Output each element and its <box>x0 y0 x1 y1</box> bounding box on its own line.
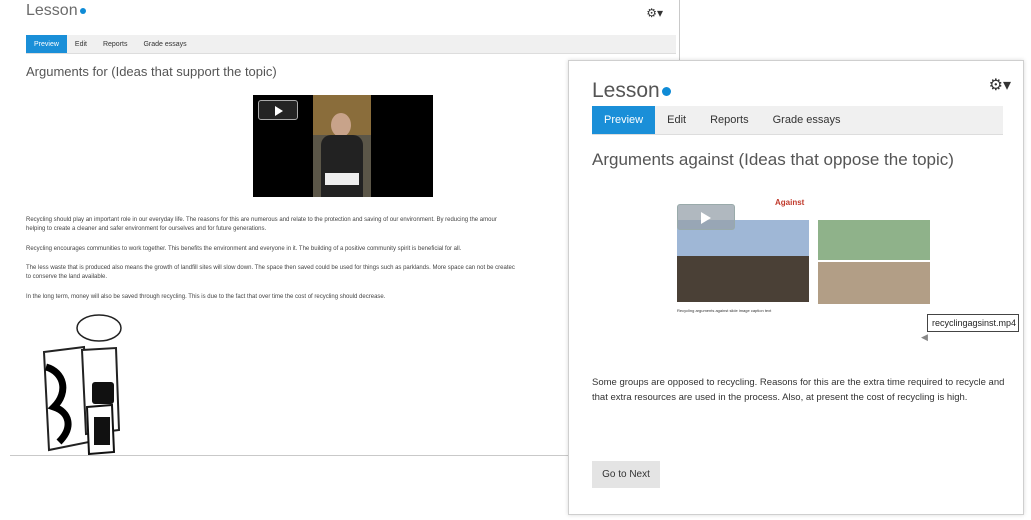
paragraph: Recycling encourages communities to work… <box>26 246 462 252</box>
tab-reports[interactable]: Reports <box>698 106 761 134</box>
body-text: Some groups are opposed to recycling. Re… <box>592 377 1005 403</box>
page-title-text: Lesson <box>26 2 78 19</box>
video-filename-tooltip: recyclingagsinst.mp4 <box>927 314 1019 332</box>
gear-icon[interactable]: ⚙▾ <box>646 6 663 20</box>
speaker-icon[interactable]: ◀ <box>921 332 928 343</box>
paragraph: helping to create a cleaner and safer en… <box>26 226 267 232</box>
go-to-next-button[interactable]: Go to Next <box>592 461 660 488</box>
recycling-cans-image <box>42 314 122 455</box>
scrap-metal-photo <box>818 262 930 304</box>
help-icon[interactable] <box>661 86 671 96</box>
tab-grade-essays[interactable]: Grade essays <box>761 106 853 134</box>
lesson-window-front: Lesson ⚙▾ Preview Edit Reports Grade ess… <box>568 60 1024 515</box>
lesson-tabs: Preview Edit Reports Grade essays <box>26 35 676 54</box>
hands-photo <box>818 220 930 260</box>
tab-edit[interactable]: Edit <box>655 106 698 134</box>
play-icon[interactable] <box>258 100 298 120</box>
tab-grade-essays[interactable]: Grade essays <box>135 35 194 53</box>
paragraph: In the long term, money will also be sav… <box>26 294 386 300</box>
paragraph: Recycling should play an important role … <box>26 217 497 223</box>
tab-reports[interactable]: Reports <box>95 35 136 53</box>
help-icon[interactable] <box>79 7 86 14</box>
slide-caption: Recycling arguments against slide image … <box>677 308 772 313</box>
section-heading: Arguments against (Ideas that oppose the… <box>592 150 954 169</box>
page-title: Lesson <box>592 79 671 103</box>
video-player[interactable]: Against Recycling arguments against slid… <box>677 198 933 318</box>
paragraph: The less waste that is produced also mea… <box>26 265 515 271</box>
page-title: Lesson <box>26 2 86 20</box>
lesson-tabs: Preview Edit Reports Grade essays <box>592 106 1003 135</box>
section-heading: Arguments for (Ideas that support the to… <box>26 64 277 79</box>
video-frame-person <box>313 95 371 197</box>
play-icon[interactable] <box>677 204 735 230</box>
tab-preview[interactable]: Preview <box>26 35 67 53</box>
paragraph: to conserve the land available. <box>26 274 108 280</box>
tab-preview[interactable]: Preview <box>592 106 656 134</box>
page-title-text: Lesson <box>592 79 660 102</box>
slide-title: Against <box>775 198 805 207</box>
tab-edit[interactable]: Edit <box>67 35 95 53</box>
gear-icon[interactable]: ⚙▾ <box>989 75 1011 95</box>
video-player[interactable] <box>253 95 433 197</box>
protest-photo <box>677 220 809 302</box>
